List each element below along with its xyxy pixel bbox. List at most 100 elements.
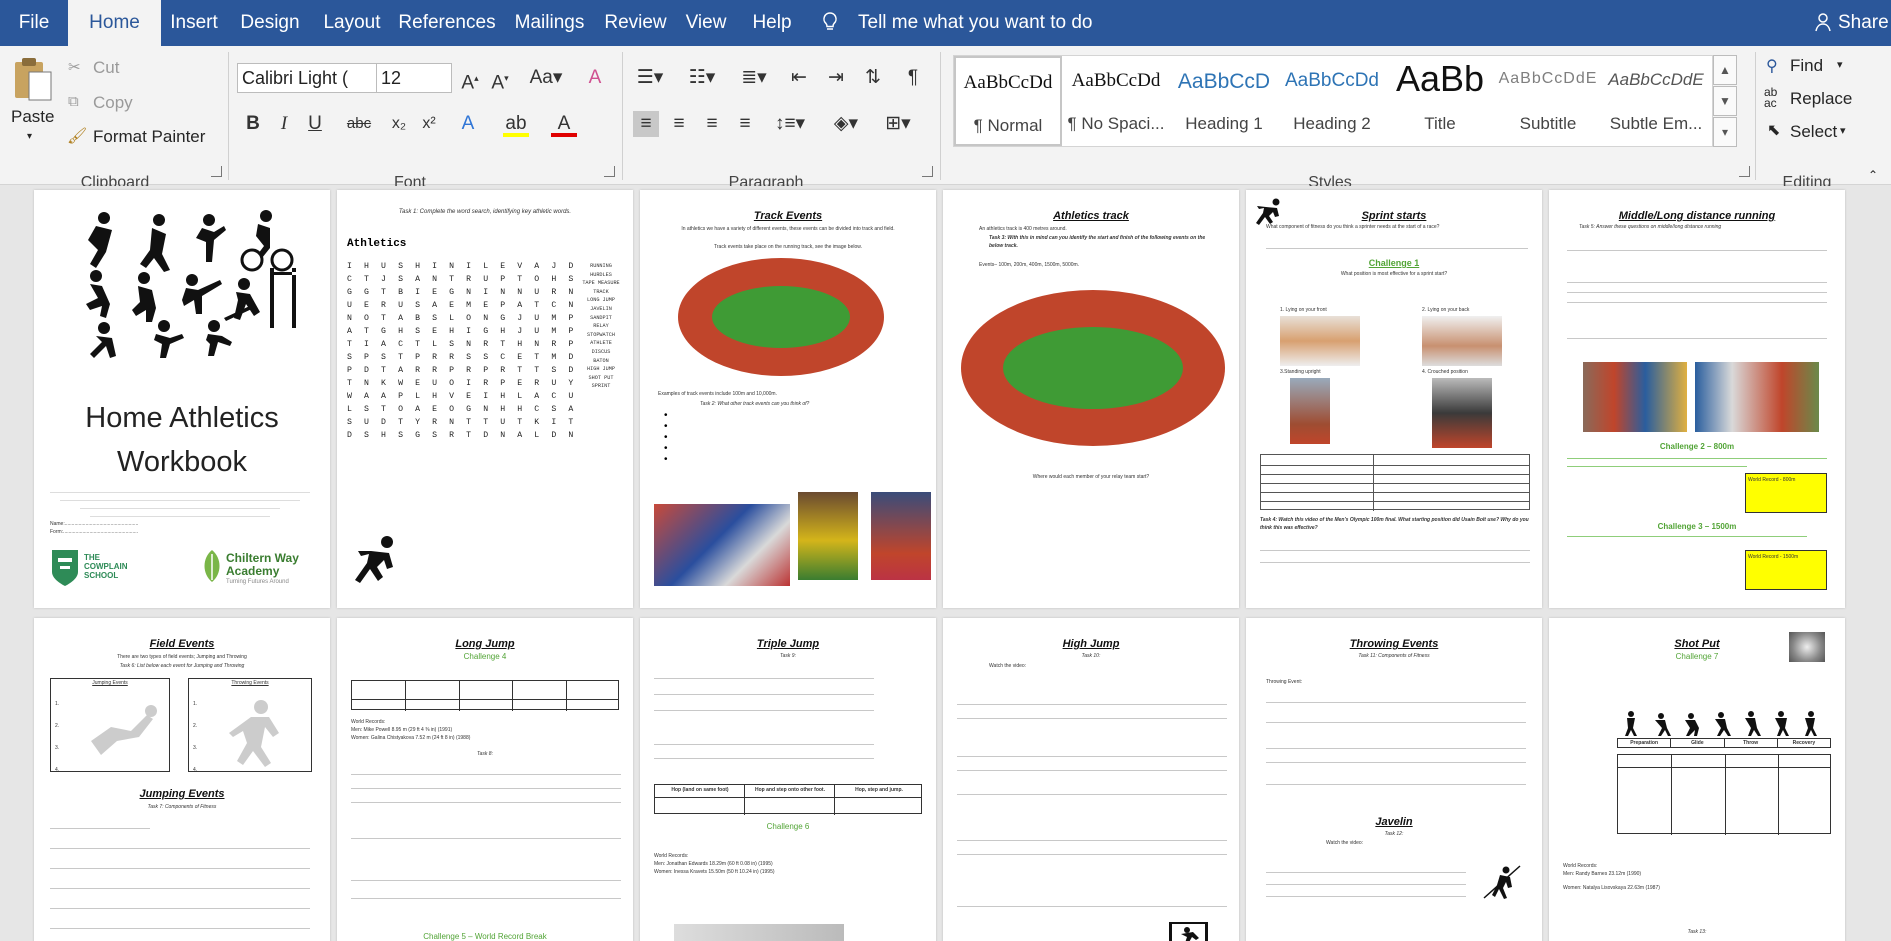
page-long-jump[interactable]: Long Jump Challenge 4 World Records: Men… [337,618,633,941]
justify-icon[interactable]: ≡ [732,111,758,137]
bullets-icon[interactable]: ☰▾ [632,65,668,91]
high-jump-title: High Jump [1062,638,1120,650]
tab-review[interactable]: Review [596,0,675,46]
clear-formatting-icon[interactable]: A [582,65,608,91]
find-dropdown-icon[interactable]: ▾ [1837,58,1843,71]
long-jump-table [351,680,619,711]
decrease-indent-icon[interactable]: ⇤ [786,65,812,91]
tab-file[interactable]: File [0,0,68,46]
tab-references[interactable]: References [391,0,503,46]
format-painter-icon[interactable]: 🖌 [67,126,87,146]
line-spacing-icon[interactable]: ↕≡▾ [770,111,810,137]
collapse-ribbon-icon[interactable]: ⌃ [1868,168,1878,182]
style-heading-1[interactable]: AaBbCcD Heading 1 [1170,56,1278,146]
borders-icon[interactable]: ⊞▾ [878,111,918,137]
tab-help[interactable]: Help [737,0,807,46]
replace-icon[interactable]: ab ac [1764,86,1777,109]
share-button[interactable]: Share [1838,0,1889,46]
page-word-search[interactable]: Task 1: Complete the word search, identi… [337,190,633,608]
paste-button[interactable]: Paste [11,107,54,127]
align-center-icon[interactable]: ≡ [666,111,692,137]
style-subtle-emphasis[interactable]: AaBbCcDdE Subtle Em... [1602,56,1710,146]
relay-question: Where would each member of your relay te… [1032,474,1150,480]
copy-icon[interactable]: ⧉ [68,93,79,110]
style-no-spacing[interactable]: AaBbCcDd ¶ No Spaci... [1062,56,1170,146]
shrink-font-icon[interactable]: A▾ [487,65,513,93]
sprint-starts-title: Sprint starts [1361,210,1427,222]
underline-icon[interactable]: U [302,111,328,137]
page-field-events[interactable]: Field Events There are two types of fiel… [34,618,330,941]
paste-icon[interactable] [12,56,54,102]
change-case-icon[interactable]: Aa▾ [526,65,566,91]
paragraph-launcher-icon[interactable] [922,166,933,177]
align-right-icon[interactable]: ≡ [699,111,725,137]
grow-font-icon[interactable]: A▴ [457,65,483,93]
select-cursor-icon[interactable]: ⬉ [1767,120,1780,140]
show-formatting-icon[interactable]: ¶ [900,65,926,91]
highlight-color-icon[interactable]: ab [503,111,529,137]
paste-dropdown-icon[interactable]: ▾ [27,131,32,142]
grid-row: S P S T P R R S S C E T M D [347,353,577,362]
find-icon[interactable]: ⚲ [1766,56,1778,76]
increase-indent-icon[interactable]: ⇥ [823,65,849,91]
page-athletics-track[interactable]: Athletics track An athletics track is 40… [943,190,1239,608]
track-events-intro: In athletics we have a variety of differ… [681,226,895,232]
shading-icon[interactable]: ◈▾ [826,111,866,137]
page-throwing-events[interactable]: Throwing Events Task 11: Components of F… [1246,618,1542,941]
page-high-jump[interactable]: High Jump Task 10: Watch the video: [943,618,1239,941]
align-left-icon[interactable]: ≡ [633,111,659,137]
tab-mailings[interactable]: Mailings [503,0,596,46]
strikethrough-icon[interactable]: abc [346,111,372,137]
sort-icon[interactable]: ⇅ [860,65,886,91]
styles-more-icon[interactable]: ▾ [1713,117,1737,147]
styles-scroll-up-icon[interactable]: ▲ [1713,55,1737,85]
word-list-item: SHOT PUT [588,374,614,381]
font-size-combo[interactable]: 12 [376,63,452,93]
word-list-item: LONG JUMP [586,297,616,304]
font-color-icon[interactable]: A [551,111,577,137]
page-track-events[interactable]: Track Events In athletics we have a vari… [640,190,936,608]
style-normal[interactable]: AaBbCcDd ¶ Normal [954,56,1062,146]
superscript-icon[interactable]: x² [416,111,442,137]
page-sprint-starts[interactable]: Sprint starts What component of fitness … [1246,190,1542,608]
page-cover[interactable]: Home Athletics Workbook Name:...........… [34,190,330,608]
cut-icon[interactable]: ✂ [68,58,81,76]
replace-button[interactable]: Replace [1790,89,1852,109]
subscript-icon[interactable]: x₂ [386,111,412,137]
tab-home[interactable]: Home [68,0,161,46]
font-launcher-icon[interactable] [604,166,615,177]
style-title[interactable]: AaBb Title [1386,56,1494,146]
copy-button[interactable]: Copy [93,93,133,113]
tab-design[interactable]: Design [227,0,313,46]
word-list-item: JAVELIN [590,305,612,312]
style-subtitle[interactable]: AaBbCcDdE Subtitle [1494,56,1602,146]
tab-insert[interactable]: Insert [161,0,227,46]
numbering-icon[interactable]: ☷▾ [684,65,720,91]
clipboard-launcher-icon[interactable] [211,166,222,177]
style-heading-2[interactable]: AaBbCcDd Heading 2 [1278,56,1386,146]
cut-button[interactable]: Cut [93,58,119,78]
styles-launcher-icon[interactable] [1739,166,1750,177]
page-middle-long-distance[interactable]: Middle/Long distance running Task 5: Ans… [1549,190,1845,608]
sprint-question: What component of fitness do you think a… [1266,224,1440,230]
italic-icon[interactable]: I [271,111,297,137]
chiltern-tagline: Turning Futures Around [226,579,289,585]
tab-view[interactable]: View [675,0,737,46]
tab-layout[interactable]: Layout [313,0,391,46]
text-effects-icon[interactable]: A [455,111,481,137]
bold-icon[interactable]: B [240,111,266,137]
select-button[interactable]: Select [1790,122,1837,142]
multilevel-list-icon[interactable]: ≣▾ [736,65,772,91]
font-name-combo[interactable]: Calibri Light ( [237,63,379,93]
find-button[interactable]: Find [1790,56,1823,76]
page-triple-jump[interactable]: Triple Jump Task 9: Hop (land on same fo… [640,618,936,941]
page-shot-put[interactable]: Shot Put Challenge 7 Preparation Glide T… [1549,618,1845,941]
format-painter-button[interactable]: Format Painter [93,127,205,147]
select-dropdown-icon[interactable]: ▾ [1840,124,1846,137]
tell-me-search[interactable]: Tell me what you want to do [858,0,1092,46]
triple-jump-table: Hop (land on same foot) Hop and step ont… [654,784,922,815]
styles-scroll-down-icon[interactable]: ▼ [1713,86,1737,116]
athletics-track-title: Athletics track [1053,210,1129,222]
cover-form-field: Form:...................................… [50,529,139,535]
grid-row: P D T A R R P R P R T T S D [347,366,577,375]
